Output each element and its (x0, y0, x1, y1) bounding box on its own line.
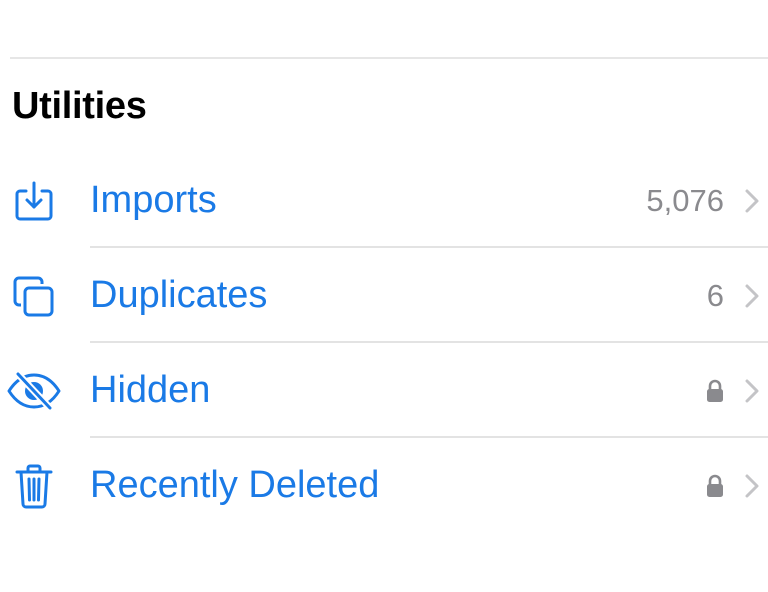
recently-deleted-label: Recently Deleted (90, 464, 380, 506)
chevron-right-icon (745, 474, 759, 498)
section-title: Utilities (12, 85, 147, 127)
hidden-eye-slash-icon (6, 367, 62, 415)
lock-icon (707, 379, 723, 402)
chevron-right-icon (745, 379, 759, 403)
recently-deleted-row[interactable]: Recently Deleted (0, 438, 768, 533)
chevron-right-icon (745, 284, 759, 308)
top-divider (10, 57, 768, 59)
imports-row[interactable]: Imports 5,076 (0, 153, 768, 248)
lock-icon (707, 474, 723, 497)
duplicates-count: 6 (706, 278, 724, 313)
imports-label: Imports (90, 179, 217, 221)
hidden-row[interactable]: Hidden (0, 343, 768, 438)
duplicates-icon (6, 272, 62, 320)
duplicates-label: Duplicates (90, 274, 268, 316)
duplicates-row[interactable]: Duplicates 6 (0, 248, 768, 343)
import-icon (6, 177, 62, 225)
imports-count: 5,076 (646, 183, 724, 218)
hidden-lock (706, 343, 724, 438)
trash-icon (6, 462, 62, 510)
hidden-label: Hidden (90, 369, 211, 411)
recently-deleted-lock (706, 438, 724, 533)
chevron-right-icon (745, 189, 759, 213)
